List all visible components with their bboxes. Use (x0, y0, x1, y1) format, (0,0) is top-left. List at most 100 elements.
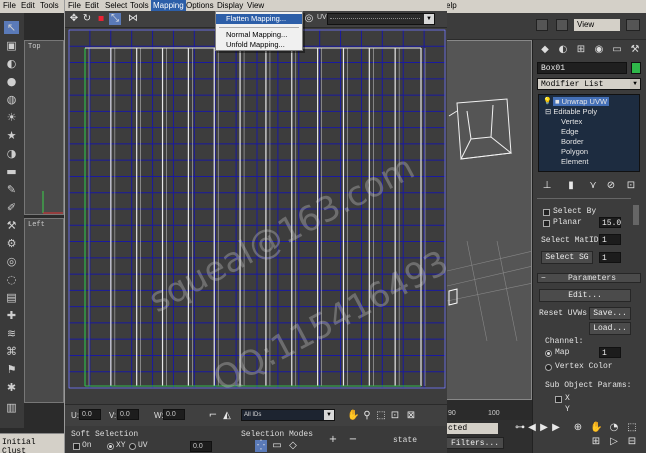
soft-selection-on-checkbox[interactable] (73, 443, 80, 450)
create-tab-icon[interactable]: ◆ (539, 44, 551, 56)
render-frame-icon[interactable] (556, 19, 568, 31)
cylinder-icon[interactable]: ◐ (4, 57, 19, 70)
menu-file[interactable]: File (3, 1, 16, 10)
paint-select-icon[interactable]: ◭ (221, 410, 233, 422)
key-filters-button[interactable]: Filters... (446, 437, 504, 449)
show-map-icon[interactable]: ◎ (303, 13, 315, 25)
sphere-icon[interactable]: ● (4, 75, 19, 88)
rect-icon[interactable]: ▬ (4, 165, 19, 178)
uv-radio[interactable] (129, 443, 136, 450)
uvw-menu-tools[interactable]: Tools (130, 1, 149, 10)
stack-sub-border[interactable]: Border (561, 137, 584, 146)
uv-view-combo[interactable]: ▼ (327, 13, 435, 25)
select-matid-button[interactable]: Select MatID (541, 236, 599, 245)
freeform-icon[interactable]: ⤡ (109, 13, 121, 25)
key-mode-icon[interactable]: ⊶ (514, 422, 526, 434)
planar-checkbox[interactable] (543, 220, 550, 227)
uvw-menu-view[interactable]: View (247, 1, 264, 10)
next-frame-icon[interactable]: ▶ (550, 422, 562, 434)
modify-tab-icon[interactable]: ◐ (557, 44, 569, 56)
uvw-menu-select[interactable]: Select (105, 1, 127, 10)
select-arrow-icon[interactable]: ↖ (4, 21, 19, 34)
systems-icon[interactable]: ⌘ (4, 345, 19, 358)
star-icon[interactable]: ★ (4, 129, 19, 142)
min-max-icon[interactable]: ⊟ (626, 436, 638, 448)
load-button[interactable]: Load... (589, 322, 631, 335)
object-name-field[interactable]: Box01 (537, 62, 627, 74)
v-field[interactable]: 0.0 (117, 409, 139, 420)
zoom-all-icon[interactable]: ⊞ (590, 436, 602, 448)
selection-lock-combo[interactable]: cted (446, 423, 498, 434)
tube-icon[interactable]: ◎ (4, 255, 19, 268)
utility-icon[interactable]: ✱ (4, 381, 19, 394)
lightbulb-icon[interactable]: 💡 (543, 97, 552, 105)
uvw-menu-mapping[interactable]: Mapping (151, 0, 186, 11)
stack-item-editable-poly[interactable]: ⊟ Editable Poly (545, 107, 597, 116)
hammer-icon[interactable]: ⚑ (4, 363, 19, 376)
utilities-tab-icon[interactable]: ⚒ (629, 44, 641, 56)
viewport-top[interactable]: Top (24, 40, 64, 215)
prev-frame-icon[interactable]: ◀ (526, 422, 538, 434)
vertex-color-radio[interactable] (545, 364, 552, 371)
parameters-rollout-header[interactable]: − Parameters (537, 273, 641, 283)
stack-sub-vertex[interactable]: Vertex (561, 117, 582, 126)
panel-scrollbar[interactable] (633, 205, 639, 225)
rotate-icon[interactable]: ↻ (81, 13, 93, 25)
menu-edit[interactable]: Edit (21, 1, 35, 10)
uvw-menu-options[interactable]: Options (186, 1, 214, 10)
zoom-icon[interactable]: ⊕ (572, 422, 584, 434)
unfold-mapping-item[interactable]: Unfold Mapping... (216, 40, 302, 50)
teapot-icon[interactable] (626, 19, 640, 31)
pan-icon[interactable]: ✋ (590, 422, 602, 434)
fov-icon[interactable]: ▷ (608, 436, 620, 448)
move-icon[interactable]: ✥ (68, 13, 80, 25)
uvw-menu-display[interactable]: Display (217, 1, 243, 10)
maximize-icon[interactable]: ⬚ (626, 422, 638, 434)
modifier-list-combo[interactable]: Modifier List ▼ (537, 78, 641, 90)
brush-icon[interactable]: ✐ (4, 201, 19, 214)
zoom-extents-icon[interactable]: ⊡ (389, 410, 401, 422)
configure-sets-icon[interactable]: ⊡ (625, 180, 637, 192)
uv-canvas[interactable] (65, 28, 447, 406)
orbit-icon[interactable]: ◔ (608, 422, 620, 434)
mirror-icon[interactable]: ⋈ (127, 13, 139, 25)
w-field[interactable]: 0.0 (163, 409, 185, 420)
normal-mapping-item[interactable]: Normal Mapping... (216, 30, 302, 40)
texture-id-combo[interactable]: All IDs ▼ (241, 409, 335, 421)
select-sg-button[interactable]: Select SG (541, 251, 593, 264)
render-setup-icon[interactable] (536, 19, 548, 31)
edit-uvw-button[interactable]: Edit... (539, 289, 631, 302)
expand-selection-icon[interactable]: + (327, 434, 339, 446)
grid-snap-icon[interactable]: ⊠ (405, 410, 417, 422)
save-button[interactable]: Save... (589, 307, 631, 320)
viewport-perspective[interactable] (446, 40, 532, 400)
camera-icon[interactable]: ▤ (4, 291, 19, 304)
make-unique-icon[interactable]: ⋎ (587, 180, 599, 192)
lock-selection-icon[interactable]: ⌐ (207, 410, 219, 422)
menu-tools[interactable]: Tools (40, 1, 59, 10)
object-color-swatch[interactable] (631, 62, 641, 74)
shrink-selection-icon[interactable]: − (347, 434, 359, 446)
light-icon[interactable]: ☀ (4, 111, 19, 124)
wrench-icon[interactable]: ⚒ (4, 219, 19, 232)
uvw-menu-edit[interactable]: Edit (85, 1, 99, 10)
pan-hand-icon[interactable]: ✋ (347, 410, 359, 422)
hierarchy-tab-icon[interactable]: ⊞ (575, 44, 587, 56)
pin-stack-icon[interactable]: ⊥ (541, 180, 553, 192)
edge-mode-icon[interactable]: ▭ (271, 440, 283, 452)
vertex-mode-icon[interactable]: ⁛ (255, 440, 267, 452)
geosphere-icon[interactable]: ◍ (4, 93, 19, 106)
stack-sub-edge[interactable]: Edge (561, 127, 579, 136)
gear-icon[interactable]: ⚙ (4, 237, 19, 250)
zoom-region-icon[interactable]: ⬚ (375, 410, 387, 422)
stack-sub-element[interactable]: Element (561, 157, 589, 166)
spacewarp-icon[interactable]: ≋ (4, 327, 19, 340)
zoom-icon[interactable]: ⚲ (361, 410, 373, 422)
x-checkbox[interactable] (555, 396, 562, 403)
lathe-icon[interactable]: ◑ (4, 147, 19, 160)
modifier-stack[interactable]: 💡 ■ Unwrap UVW ⊟ Editable Poly Vertex Ed… (538, 94, 640, 172)
xy-radio[interactable] (107, 443, 114, 450)
flatten-mapping-item[interactable]: Flatten Mapping... (216, 14, 302, 24)
remove-modifier-icon[interactable]: ⊘ (605, 180, 617, 192)
falloff-field[interactable]: 0.0 (190, 441, 212, 452)
